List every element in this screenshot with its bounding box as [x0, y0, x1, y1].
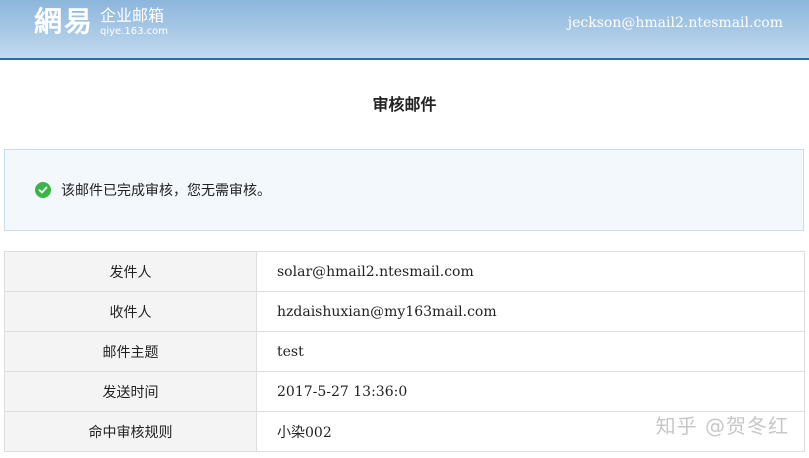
status-notice: 该邮件已完成审核，您无需审核。 [4, 149, 804, 231]
table-row: 收件人 hzdaishuxian@my163mail.com [4, 291, 805, 332]
netease-logo[interactable]: 網易 企业邮箱 qiye.163.com [34, 4, 168, 40]
sender-label: 发件人 [4, 251, 257, 292]
table-row: 发送时间 2017-5-27 13:36:0 [4, 371, 805, 412]
user-email[interactable]: jeckson@hmail2.ntesmail.com [568, 14, 783, 32]
notice-text: 该邮件已完成审核，您无需审核。 [61, 183, 271, 199]
subject-value: test [256, 331, 805, 372]
logo-title: 企业邮箱 [100, 6, 165, 25]
logo-domain: qiye.163.com [100, 26, 169, 37]
table-row: 发件人 solar@hmail2.ntesmail.com [4, 251, 805, 292]
send-time-label: 发送时间 [4, 371, 257, 412]
sender-value: solar@hmail2.ntesmail.com [256, 251, 805, 292]
check-circle-icon [35, 182, 51, 198]
watermark: 知乎 @贺冬红 [655, 414, 789, 438]
subject-label: 邮件主题 [4, 331, 257, 372]
page-title: 审核邮件 [372, 95, 437, 114]
recipient-value: hzdaishuxian@my163mail.com [256, 291, 805, 332]
recipient-label: 收件人 [4, 291, 257, 332]
top-header: 網易 企业邮箱 qiye.163.com jeckson@hmail2.ntes… [0, 0, 809, 60]
matched-rule-label: 命中审核规则 [4, 411, 257, 452]
logo-mark: 網易 [34, 5, 95, 38]
send-time-value: 2017-5-27 13:36:0 [256, 371, 805, 412]
table-row: 邮件主题 test [4, 331, 805, 372]
logo-text: 企业邮箱 qiye.163.com [100, 6, 168, 38]
